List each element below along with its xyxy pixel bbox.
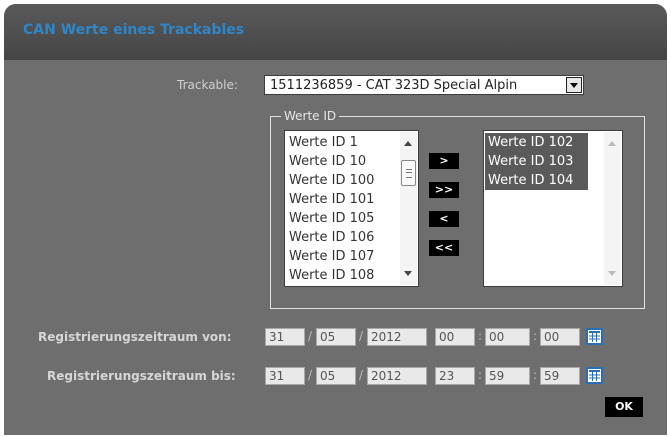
move-all-left-button[interactable]: << <box>429 240 459 256</box>
list-item[interactable]: Werte ID 102 <box>485 133 588 152</box>
list-item[interactable]: Werte ID 100 <box>289 171 374 190</box>
ok-button[interactable]: OK <box>605 397 643 417</box>
trackable-select-value: 1511236859 - CAT 323D Special Alpin <box>270 78 518 93</box>
time-separator: : <box>533 368 538 382</box>
von-day-field[interactable]: 31 <box>265 328 305 346</box>
bis-label: Registrierungszeitraum bis: <box>47 369 236 383</box>
bis-minute-field[interactable]: 59 <box>485 367 530 385</box>
date-separator: / <box>308 329 313 343</box>
title-bar: CAN Werte eines Trackables <box>4 4 667 60</box>
list-item[interactable]: Werte ID 104 <box>485 171 588 190</box>
bis-hour-field[interactable]: 23 <box>435 367 475 385</box>
list-item[interactable]: Werte ID 106 <box>289 228 374 247</box>
scroll-down-icon[interactable] <box>404 271 412 276</box>
list-item[interactable]: Werte ID 107 <box>289 247 374 266</box>
bis-day-field[interactable]: 31 <box>265 367 305 385</box>
list-item[interactable]: Werte ID 101 <box>289 190 374 209</box>
dialog-title: CAN Werte eines Trackables <box>23 22 245 38</box>
bis-year-field[interactable]: 2012 <box>367 367 427 385</box>
scroll-down-icon[interactable] <box>608 271 616 276</box>
calendar-icon[interactable] <box>586 367 603 384</box>
werte-id-legend: Werte ID <box>281 109 340 123</box>
selected-list[interactable]: Werte ID 102 Werte ID 103 Werte ID 104 <box>483 130 623 287</box>
von-second-field[interactable]: 00 <box>540 328 580 346</box>
date-separator: / <box>359 329 364 343</box>
von-hour-field[interactable]: 00 <box>435 328 475 346</box>
bis-month-field[interactable]: 05 <box>316 367 356 385</box>
chevron-down-icon[interactable] <box>566 77 582 93</box>
bis-second-field[interactable]: 59 <box>540 367 580 385</box>
von-label: Registrierungszeitraum von: <box>38 330 232 344</box>
scroll-up-icon[interactable] <box>608 141 616 146</box>
calendar-icon[interactable] <box>586 328 603 345</box>
move-all-right-button[interactable]: >> <box>429 182 459 198</box>
scroll-up-icon[interactable] <box>404 141 412 146</box>
date-separator: / <box>308 368 313 382</box>
available-list[interactable]: Werte ID 1 Werte ID 10 Werte ID 100 Wert… <box>284 130 419 287</box>
von-year-field[interactable]: 2012 <box>367 328 427 346</box>
time-separator: : <box>533 329 538 343</box>
scroll-thumb[interactable] <box>401 160 416 186</box>
time-separator: : <box>478 368 483 382</box>
trackable-label: Trackable: <box>177 78 238 92</box>
list-item[interactable]: Werte ID 10 <box>289 152 366 171</box>
list-item[interactable]: Werte ID 105 <box>289 209 374 228</box>
available-list-scrollbar[interactable] <box>400 132 417 285</box>
list-item[interactable]: Werte ID 108 <box>289 266 374 285</box>
von-minute-field[interactable]: 00 <box>485 328 530 346</box>
selected-list-scrollbar[interactable] <box>604 132 621 285</box>
list-item[interactable]: Werte ID 1 <box>289 133 358 152</box>
von-month-field[interactable]: 05 <box>316 328 356 346</box>
list-item[interactable]: Werte ID 103 <box>485 152 588 171</box>
move-one-left-button[interactable]: < <box>429 211 459 227</box>
time-separator: : <box>478 329 483 343</box>
date-separator: / <box>359 368 364 382</box>
move-one-right-button[interactable]: > <box>429 153 459 169</box>
trackable-select[interactable]: 1511236859 - CAT 323D Special Alpin <box>264 75 584 95</box>
